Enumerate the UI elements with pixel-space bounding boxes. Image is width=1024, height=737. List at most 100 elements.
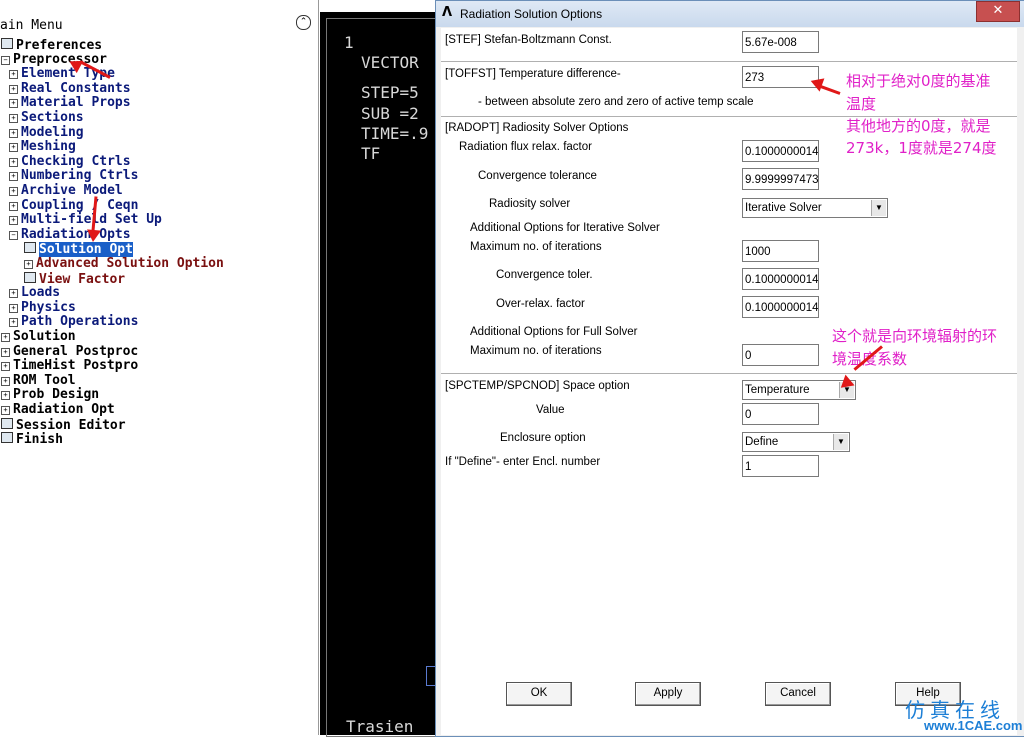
expand-icon[interactable]: +: [24, 260, 33, 269]
tree-item[interactable]: + Real Constants: [9, 80, 131, 96]
tree-item[interactable]: + Path Operations: [9, 315, 138, 329]
tree-item[interactable]: Session Editor: [1, 417, 126, 433]
collapse-icon[interactable]: −: [9, 230, 18, 240]
expand-icon[interactable]: +: [9, 216, 18, 226]
tree-item[interactable]: + Solution: [1, 329, 76, 344]
enclosure-number-label: If "Define"- enter Encl. number: [445, 456, 601, 468]
expand-icon[interactable]: +: [1, 362, 10, 372]
toffst-input[interactable]: 273: [742, 66, 819, 88]
dialog-titlebar[interactable]: Λ Radiation Solution Options: [436, 1, 1024, 27]
tree-item[interactable]: + Advanced Solution Option: [24, 256, 224, 271]
expand-icon[interactable]: +: [9, 187, 18, 196]
tree-item[interactable]: + Radiation Opt: [1, 402, 115, 417]
tree-item[interactable]: − Radiation Opts: [9, 227, 131, 242]
main-menu-title: ain Menu: [0, 18, 63, 33]
tree-item[interactable]: + Modeling: [9, 124, 84, 140]
section-divider: [441, 61, 1017, 63]
tree-item-label: Session Editor: [16, 417, 126, 433]
tree-item[interactable]: View Factor: [24, 271, 125, 286]
expand-icon[interactable]: +: [9, 114, 18, 123]
tree-item[interactable]: + Checking Ctrls: [9, 154, 131, 169]
tree-item[interactable]: + Numbering Ctrls: [9, 169, 138, 183]
tree-item[interactable]: + Physics: [9, 299, 76, 315]
tree-item-label: TimeHist Postpro: [13, 358, 139, 374]
leaf-item-icon: [1, 432, 13, 444]
tree-item-label: Real Constants: [21, 80, 131, 96]
expand-icon[interactable]: +: [9, 128, 18, 138]
over-relax-input[interactable]: 0.1000000014: [742, 296, 819, 318]
convergence-tolerance-input[interactable]: 9.9999997473: [742, 168, 819, 190]
space-option-label: [SPCTEMP/SPCNOD] Space option: [445, 380, 630, 392]
tree-item[interactable]: + General Postproc: [1, 344, 138, 359]
tree-item-label: Archive Model: [21, 183, 123, 198]
expand-icon[interactable]: +: [9, 70, 18, 80]
tree-item[interactable]: + Loads: [9, 285, 61, 301]
expand-icon[interactable]: +: [9, 289, 18, 299]
tree-item[interactable]: Solution Opt: [24, 242, 133, 258]
tree-item[interactable]: Preferences: [1, 38, 102, 53]
tree-item[interactable]: Finish: [1, 432, 63, 447]
expand-icon[interactable]: +: [1, 333, 10, 342]
annotation-arrowhead-radiation-opts: [85, 229, 101, 243]
space-value-label: Value: [536, 404, 565, 416]
graphics-line-tf: TF: [361, 144, 381, 163]
full-solver-options-header: Additional Options for Full Solver: [470, 326, 638, 338]
graphics-line-time: TIME=.9: [361, 124, 429, 143]
expand-icon[interactable]: +: [1, 347, 10, 357]
graphics-window-number: 1: [344, 33, 354, 52]
tree-item[interactable]: + TimeHist Postpro: [1, 358, 139, 374]
tree-item[interactable]: + Sections: [9, 110, 84, 125]
full-max-input[interactable]: 0: [742, 344, 819, 366]
stef-input[interactable]: 5.67e-008: [742, 31, 819, 53]
radopt-header: [RADOPT] Radiosity Solver Options: [445, 122, 629, 134]
chevron-down-icon[interactable]: ▼: [833, 434, 848, 450]
enclosure-option-value: Define: [745, 436, 779, 448]
section-divider: [441, 373, 1017, 375]
tree-item[interactable]: + ROM Tool: [1, 372, 76, 388]
annotation-note-1-line-2: 温度: [846, 95, 877, 113]
tree-item[interactable]: + Meshing: [9, 139, 76, 154]
expand-icon[interactable]: +: [1, 376, 10, 386]
tree-item[interactable]: + Archive Model: [9, 183, 123, 198]
iter-max-label: Maximum no. of iterations: [470, 241, 602, 253]
space-option-value: Temperature: [745, 384, 810, 396]
expand-icon[interactable]: +: [9, 201, 18, 211]
apply-button[interactable]: Apply: [635, 682, 701, 706]
enclosure-option-select[interactable]: Define ▼: [742, 432, 850, 452]
radiosity-solver-select[interactable]: Iterative Solver ▼: [742, 198, 888, 218]
iter-max-input[interactable]: 1000: [742, 240, 819, 262]
ok-button[interactable]: OK: [506, 682, 572, 706]
tree-item-label: ROM Tool: [13, 372, 76, 388]
expand-icon[interactable]: +: [9, 84, 18, 94]
tree-item[interactable]: + Material Props: [9, 96, 131, 110]
leaf-item-icon: [24, 271, 36, 283]
chevron-down-icon[interactable]: ▼: [871, 200, 886, 216]
collapse-icon[interactable]: −: [1, 55, 10, 65]
tree-item[interactable]: + Coupling / Ceqn: [9, 198, 138, 213]
expand-icon[interactable]: +: [9, 157, 18, 167]
expand-icon[interactable]: +: [9, 303, 18, 313]
tree-item-label: Preprocessor: [13, 51, 107, 67]
enclosure-number-input[interactable]: 1: [742, 455, 819, 477]
tree-item[interactable]: + Prob Design: [1, 388, 99, 402]
tree-item[interactable]: − Preprocessor: [1, 51, 107, 67]
annotation-note-2-line-1: 这个就是向环境辐射的环: [832, 327, 998, 345]
expand-icon[interactable]: +: [1, 406, 10, 415]
cancel-button[interactable]: Cancel: [765, 682, 831, 706]
collapse-menu-icon[interactable]: ⌃: [296, 15, 311, 30]
expand-icon[interactable]: +: [9, 318, 18, 328]
tree-item-label: Physics: [21, 299, 76, 315]
flux-relax-input[interactable]: 0.1000000014: [742, 140, 819, 162]
expand-icon[interactable]: +: [1, 391, 10, 401]
iter-convergence-input[interactable]: 0.1000000014: [742, 268, 819, 290]
tree-item-label: Loads: [21, 285, 61, 301]
tree-item[interactable]: + Multi-field Set Up: [9, 212, 162, 227]
tree-item-label: Material Props: [21, 95, 131, 111]
over-relax-label: Over-relax. factor: [496, 298, 585, 310]
tree-item-label: Modeling: [21, 124, 84, 140]
dialog-close-button[interactable]: ✕: [976, 1, 1020, 22]
expand-icon[interactable]: +: [9, 99, 18, 109]
expand-icon[interactable]: +: [9, 172, 18, 182]
space-value-input[interactable]: 0: [742, 403, 819, 425]
expand-icon[interactable]: +: [9, 143, 18, 153]
